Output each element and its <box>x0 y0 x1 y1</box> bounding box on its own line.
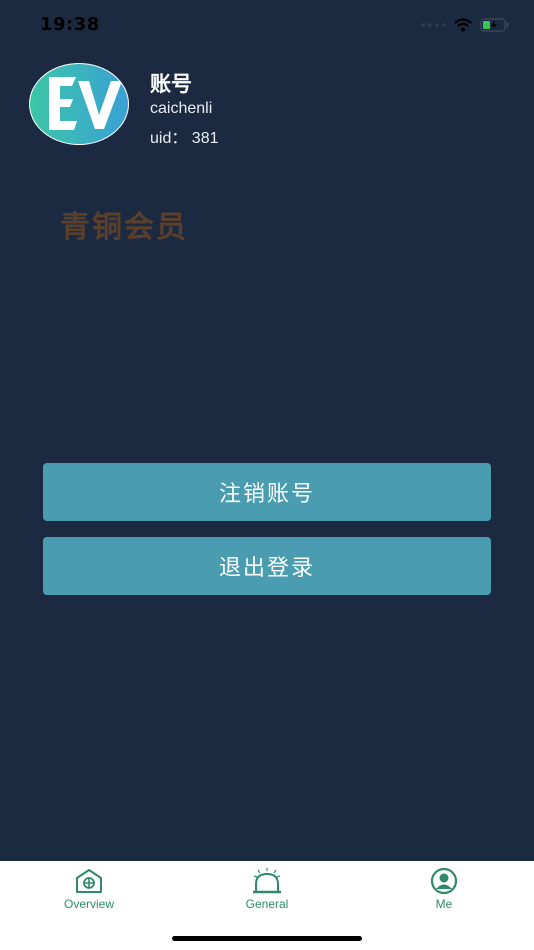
status-time: 19:38 <box>40 14 100 35</box>
account-username: caichenli <box>150 100 213 117</box>
status-bar: 19:38 <box>0 0 534 52</box>
house-icon <box>76 869 102 893</box>
signal-icon <box>421 23 446 27</box>
status-icons <box>421 18 510 32</box>
cancel-account-button[interactable]: 注销账号 <box>43 463 491 521</box>
alarm-bell-icon <box>253 868 281 894</box>
tab-general[interactable]: General <box>207 867 327 911</box>
tab-label-me: Me <box>435 897 453 911</box>
logout-button[interactable]: 退出登录 <box>43 537 491 595</box>
battery-charging-icon <box>480 18 509 32</box>
tab-me[interactable]: Me <box>384 867 504 911</box>
avatar[interactable] <box>29 63 129 145</box>
wifi-icon <box>454 18 472 32</box>
account-title: 账号 <box>150 72 192 96</box>
ev-logo-icon <box>30 64 128 144</box>
tab-overview[interactable]: Overview <box>29 867 149 911</box>
home-indicator <box>172 936 362 941</box>
tab-label-overview: Overview <box>63 897 114 911</box>
member-level-label: 青铜会员 <box>60 210 188 245</box>
tab-label-general: General <box>245 897 289 911</box>
account-uid: uid： 381 <box>150 130 219 147</box>
user-circle-icon <box>430 867 458 895</box>
